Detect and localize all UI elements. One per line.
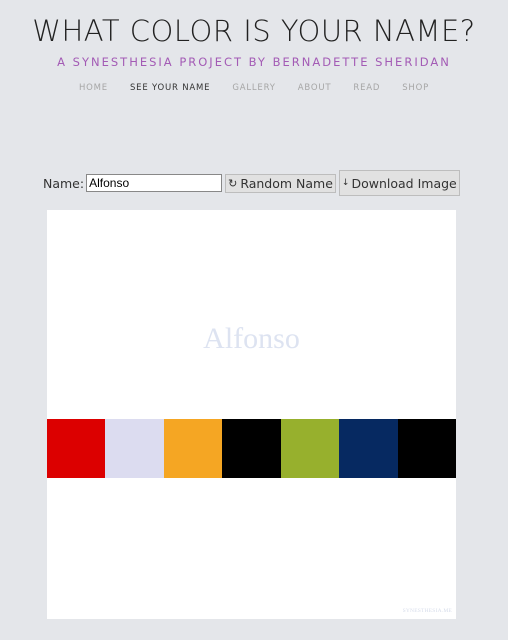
nav-item-gallery[interactable]: GALLERY (232, 83, 275, 93)
color-swatch-5-n (280, 419, 340, 478)
color-swatch-7-o (397, 419, 456, 478)
page-subtitle: A SYNESTHESIA PROJECT BY BERNADETTE SHER… (57, 55, 451, 69)
nav-item-shop[interactable]: SHOP (402, 83, 429, 93)
color-swatch-3-f (163, 419, 223, 478)
nav-item-about[interactable]: ABOUT (298, 83, 332, 93)
download-image-label: Download Image (351, 175, 457, 191)
color-swatch-1-a (47, 419, 106, 478)
color-swatch-4-o (222, 419, 281, 478)
canvas-name-text: Alfonso (203, 322, 300, 355)
refresh-icon: ↻ (228, 176, 238, 190)
nav-item-see-your-name[interactable]: SEE YOUR NAME (130, 83, 210, 93)
download-arrow-icon: ↓ (341, 178, 350, 188)
name-label: Name: (43, 175, 85, 191)
nav-item-home[interactable]: HOME (79, 83, 108, 93)
random-name-button[interactable]: ↻ Random Name (225, 173, 336, 193)
download-image-button[interactable]: ↓ Download Image (338, 170, 460, 196)
name-input[interactable] (86, 174, 223, 192)
name-controls: Name: ↻ Random Name ↓ Download Image (43, 170, 463, 196)
random-name-label: Random Name (240, 175, 333, 191)
main-nav: HOME SEE YOUR NAME GALLERY ABOUT READ SH… (0, 83, 508, 93)
page-title: WHAT COLOR IS YOUR NAME? (32, 14, 476, 48)
name-color-canvas: Alfonso SYNESTHESIA.ME (47, 210, 456, 619)
nav-item-read[interactable]: READ (353, 83, 380, 93)
color-swatch-6-s (339, 419, 398, 478)
color-swatches (47, 419, 456, 478)
color-swatch-2-l (105, 419, 164, 478)
watermark: SYNESTHESIA.ME (402, 608, 452, 614)
